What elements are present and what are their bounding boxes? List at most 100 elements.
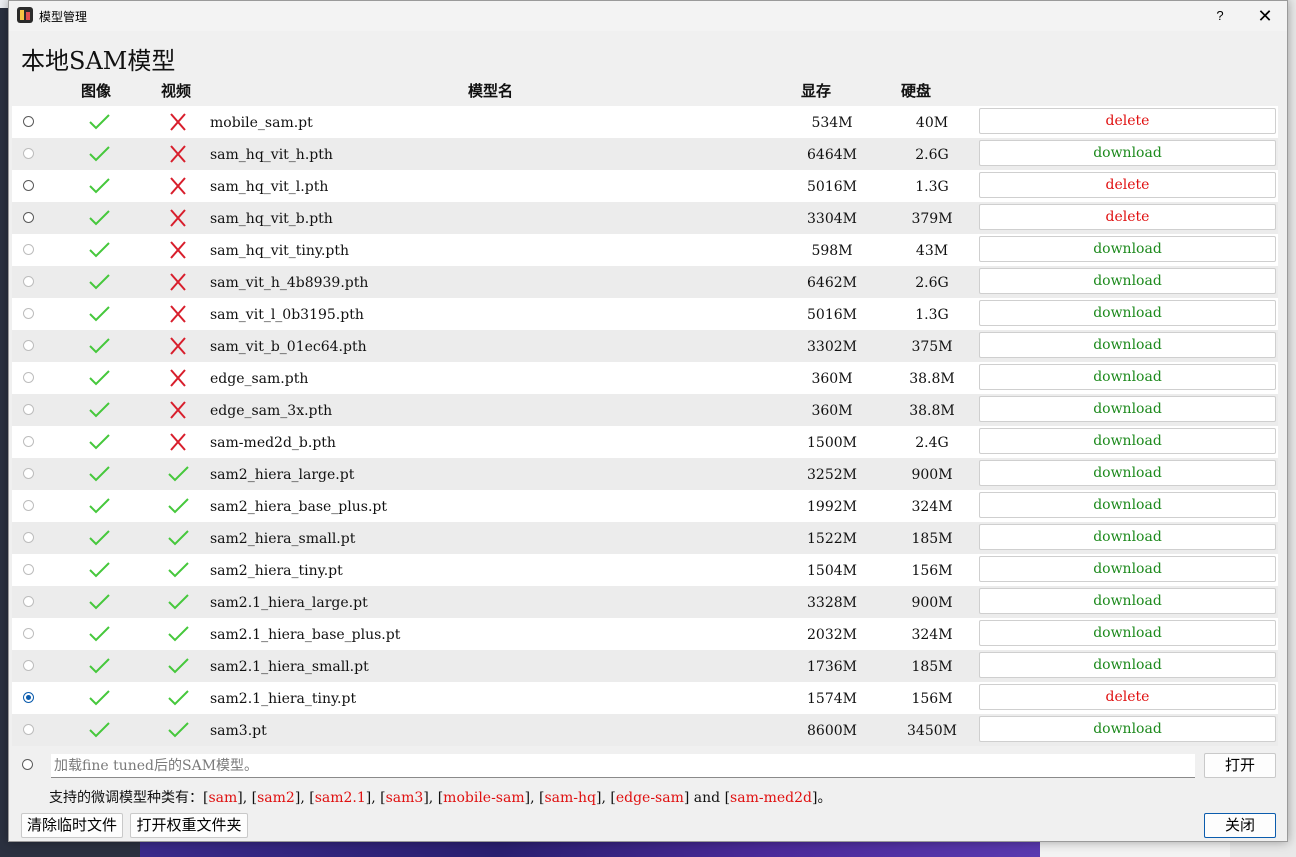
model-name: sam2.1_hiera_small.pt bbox=[210, 659, 369, 675]
model-select-radio[interactable] bbox=[23, 596, 34, 607]
supported-type: edge-sam bbox=[615, 790, 684, 806]
model-select-radio[interactable] bbox=[23, 244, 34, 255]
image-supported-check-icon bbox=[87, 112, 111, 132]
supported-types-text: 支持的微调模型种类有：[sam], [sam2], [sam2.1], [sam… bbox=[49, 787, 831, 807]
image-supported-check-icon bbox=[87, 144, 111, 164]
model-name: sam2.1_hiera_base_plus.pt bbox=[210, 627, 401, 643]
close-button[interactable]: 关闭 bbox=[1204, 813, 1276, 838]
custom-model-radio[interactable] bbox=[22, 759, 33, 770]
delete-button[interactable]: delete bbox=[979, 684, 1276, 710]
table-row: sam2.1_hiera_tiny.pt 1574M 156M delete bbox=[12, 682, 1278, 714]
model-vram: 6464M bbox=[807, 147, 857, 163]
table-row: sam2_hiera_tiny.pt 1504M 156M download bbox=[12, 554, 1278, 586]
download-button[interactable]: download bbox=[979, 556, 1276, 582]
download-button[interactable]: download bbox=[979, 300, 1276, 326]
model-disk: 2.4G bbox=[915, 435, 949, 451]
model-name: sam2.1_hiera_large.pt bbox=[210, 595, 368, 611]
model-disk: 40M bbox=[915, 115, 949, 131]
table-row: sam2.1_hiera_large.pt 3328M 900M download bbox=[12, 586, 1278, 618]
model-vram: 6462M bbox=[807, 275, 857, 291]
model-vram: 3304M bbox=[807, 211, 857, 227]
model-select-radio[interactable] bbox=[23, 628, 34, 639]
model-select-radio[interactable] bbox=[23, 116, 34, 127]
model-select-radio[interactable] bbox=[23, 340, 34, 351]
image-supported-check-icon bbox=[87, 368, 111, 388]
download-button[interactable]: download bbox=[979, 652, 1276, 678]
close-icon[interactable]: ✕ bbox=[1253, 5, 1277, 27]
download-button[interactable]: download bbox=[979, 588, 1276, 614]
table-row: sam2_hiera_small.pt 1522M 185M download bbox=[12, 522, 1278, 554]
table-row: sam2_hiera_base_plus.pt 1992M 324M download bbox=[12, 490, 1278, 522]
model-select-radio[interactable] bbox=[23, 180, 34, 191]
video-supported-check-icon bbox=[166, 592, 190, 612]
supported-types-prefix: 支持的微调模型种类有： bbox=[49, 790, 203, 806]
model-table: mobile_sam.pt 534M 40M delete sam_hq_vit_h.p… bbox=[12, 106, 1278, 746]
image-supported-check-icon bbox=[87, 496, 111, 516]
table-row: sam_hq_vit_b.pth 3304M 379M delete bbox=[12, 202, 1278, 234]
model-name: sam-med2d_b.pth bbox=[210, 435, 336, 451]
image-supported-check-icon bbox=[87, 720, 111, 740]
download-button[interactable]: download bbox=[979, 332, 1276, 358]
model-name: sam2.1_hiera_tiny.pt bbox=[210, 691, 357, 707]
image-supported-check-icon bbox=[87, 624, 111, 644]
help-button[interactable]: ? bbox=[1211, 5, 1229, 27]
delete-button[interactable]: delete bbox=[979, 204, 1276, 230]
model-select-radio[interactable] bbox=[23, 276, 34, 287]
model-vram: 5016M bbox=[807, 307, 857, 323]
model-select-radio[interactable] bbox=[23, 532, 34, 543]
model-name: edge_sam_3x.pth bbox=[210, 403, 333, 419]
supported-type: sam2 bbox=[257, 790, 295, 806]
video-supported-check-icon bbox=[166, 496, 190, 516]
download-button[interactable]: download bbox=[979, 428, 1276, 454]
video-unsupported-cross-icon bbox=[166, 272, 190, 292]
model-manager-dialog: 模型管理 ? ✕ 本地SAM模型 图像 视频 模型名 显存 硬盘 mobile_… bbox=[8, 0, 1288, 842]
download-button[interactable]: download bbox=[979, 236, 1276, 262]
model-select-radio[interactable] bbox=[23, 212, 34, 223]
supported-type: sam-med2d bbox=[730, 790, 812, 806]
video-unsupported-cross-icon bbox=[166, 368, 190, 388]
model-select-radio[interactable] bbox=[23, 660, 34, 671]
video-unsupported-cross-icon bbox=[166, 432, 190, 452]
download-button[interactable]: download bbox=[979, 396, 1276, 422]
image-supported-check-icon bbox=[87, 176, 111, 196]
table-row: mobile_sam.pt 534M 40M delete bbox=[12, 106, 1278, 138]
column-header-name: 模型名 bbox=[468, 82, 514, 100]
open-weights-folder-button[interactable]: 打开权重文件夹 bbox=[130, 813, 248, 838]
download-button[interactable]: download bbox=[979, 268, 1276, 294]
model-select-radio[interactable] bbox=[23, 148, 34, 159]
supported-types-end: 。 bbox=[817, 790, 832, 806]
image-supported-check-icon bbox=[87, 336, 111, 356]
model-select-radio[interactable] bbox=[23, 564, 34, 575]
model-select-radio[interactable] bbox=[23, 724, 34, 735]
delete-button[interactable]: delete bbox=[979, 108, 1276, 134]
model-select-radio[interactable] bbox=[23, 692, 34, 703]
download-button[interactable]: download bbox=[979, 364, 1276, 390]
download-button[interactable]: download bbox=[979, 524, 1276, 550]
model-select-radio[interactable] bbox=[23, 404, 34, 415]
video-supported-check-icon bbox=[166, 624, 190, 644]
model-select-radio[interactable] bbox=[23, 372, 34, 383]
supported-type: sam-hq bbox=[544, 790, 596, 806]
image-supported-check-icon bbox=[87, 272, 111, 292]
table-row: sam_vit_l_0b3195.pth 5016M 1.3G download bbox=[12, 298, 1278, 330]
model-select-radio[interactable] bbox=[23, 468, 34, 479]
download-button[interactable]: download bbox=[979, 460, 1276, 486]
model-select-radio[interactable] bbox=[23, 500, 34, 511]
model-select-radio[interactable] bbox=[23, 308, 34, 319]
model-select-radio[interactable] bbox=[23, 436, 34, 447]
model-disk: 324M bbox=[911, 499, 953, 515]
download-button[interactable]: download bbox=[979, 492, 1276, 518]
clear-temp-files-button[interactable]: 清除临时文件 bbox=[21, 813, 123, 838]
download-button[interactable]: download bbox=[979, 620, 1276, 646]
model-disk: 2.6G bbox=[915, 147, 949, 163]
download-button[interactable]: download bbox=[979, 716, 1276, 742]
model-vram: 8600M bbox=[807, 723, 857, 739]
download-button[interactable]: download bbox=[979, 140, 1276, 166]
custom-model-path-input[interactable] bbox=[51, 754, 1195, 778]
model-vram: 3302M bbox=[807, 339, 857, 355]
model-name: sam2_hiera_large.pt bbox=[210, 467, 355, 483]
open-custom-model-button[interactable]: 打开 bbox=[1204, 753, 1276, 778]
table-row: sam-med2d_b.pth 1500M 2.4G download bbox=[12, 426, 1278, 458]
table-row: sam2.1_hiera_small.pt 1736M 185M download bbox=[12, 650, 1278, 682]
delete-button[interactable]: delete bbox=[979, 172, 1276, 198]
